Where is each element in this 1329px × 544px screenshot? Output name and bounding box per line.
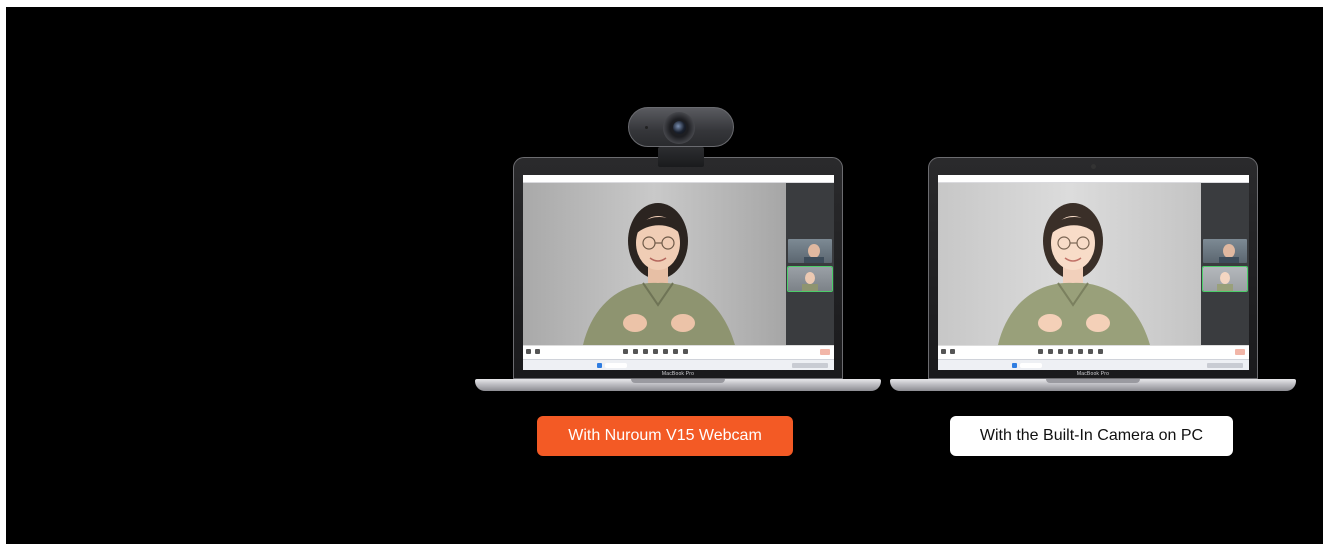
share-icon[interactable] — [643, 349, 648, 354]
start-icon[interactable] — [597, 363, 602, 368]
apps-icon[interactable] — [1088, 349, 1093, 354]
chat-icon[interactable] — [633, 349, 638, 354]
system-tray — [1207, 363, 1243, 368]
laptop-lid: MacBook Pro — [513, 157, 843, 379]
with-builtin-camera-label[interactable]: With the Built-In Camera on PC — [950, 416, 1233, 456]
participant-thumbnail[interactable] — [787, 266, 833, 292]
os-taskbar — [523, 359, 834, 370]
laptop-lid: MacBook Pro — [928, 157, 1258, 379]
participants-panel — [1201, 183, 1249, 345]
laptop-screen — [523, 175, 834, 370]
webcam-mount — [658, 147, 704, 167]
more-icon[interactable] — [683, 349, 688, 354]
leave-button[interactable] — [1235, 349, 1245, 355]
with-webcam-label[interactable]: With Nuroum V15 Webcam — [537, 416, 793, 456]
participant-thumbnail[interactable] — [1202, 266, 1248, 292]
main-video-feed — [523, 183, 786, 345]
record-icon[interactable] — [1068, 349, 1073, 354]
laptop-screen — [938, 175, 1249, 370]
participants-panel — [786, 183, 834, 345]
video-icon[interactable] — [950, 349, 955, 354]
app-titlebar — [523, 175, 834, 190]
app-titlebar — [938, 175, 1249, 190]
meeting-toolbar — [523, 345, 834, 359]
presenter-portrait — [998, 203, 1150, 345]
builtin-camera-icon — [1091, 164, 1096, 169]
presenter-portrait — [583, 203, 735, 345]
system-tray — [792, 363, 828, 368]
record-icon[interactable] — [653, 349, 658, 354]
participants-icon[interactable] — [1038, 349, 1043, 354]
apps-icon[interactable] — [673, 349, 678, 354]
webcam-body — [628, 107, 734, 147]
laptop-with-webcam: MacBook Pro — [475, 157, 881, 391]
start-icon[interactable] — [1012, 363, 1017, 368]
meeting-toolbar — [938, 345, 1249, 359]
participant-thumbnail[interactable] — [1203, 239, 1247, 263]
laptop-base — [475, 379, 881, 391]
laptop-with-builtin-camera: MacBook Pro — [890, 157, 1296, 391]
main-video-feed — [938, 183, 1201, 345]
participants-icon[interactable] — [623, 349, 628, 354]
chat-icon[interactable] — [1048, 349, 1053, 354]
laptop-base — [890, 379, 1296, 391]
reactions-icon[interactable] — [663, 349, 668, 354]
mic-icon[interactable] — [526, 349, 531, 354]
reactions-icon[interactable] — [1078, 349, 1083, 354]
more-icon[interactable] — [1098, 349, 1103, 354]
share-icon[interactable] — [1058, 349, 1063, 354]
webcam-icon — [628, 107, 734, 169]
os-taskbar — [938, 359, 1249, 370]
webcam-lens — [673, 121, 686, 134]
taskbar-search-input[interactable] — [1020, 363, 1042, 368]
mic-icon[interactable] — [941, 349, 946, 354]
laptop-model-label: MacBook Pro — [1076, 371, 1110, 377]
leave-button[interactable] — [820, 349, 830, 355]
taskbar-search-input[interactable] — [605, 363, 627, 368]
participant-thumbnail[interactable] — [788, 239, 832, 263]
laptop-model-label: MacBook Pro — [661, 371, 695, 377]
video-icon[interactable] — [535, 349, 540, 354]
product-comparison-stage: MacBook Pro MacBook Pro With Nuroum V15 … — [6, 7, 1323, 544]
